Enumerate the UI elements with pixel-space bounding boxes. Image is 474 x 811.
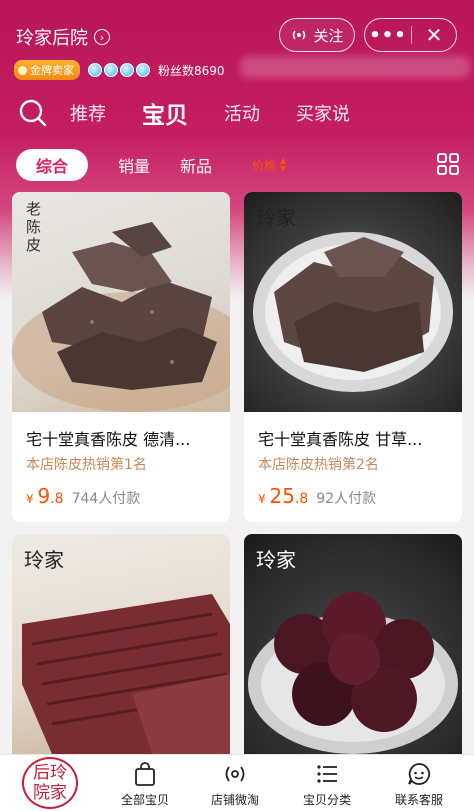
currency-symbol: ¥ xyxy=(26,492,34,506)
diamond-icon xyxy=(136,63,150,77)
currency-symbol: ¥ xyxy=(258,492,266,506)
more-icon[interactable]: ••• xyxy=(365,25,411,46)
tab-activities[interactable]: 活动 xyxy=(224,100,260,126)
nav-micro-shop[interactable]: 店铺微淘 xyxy=(190,761,280,808)
nav-all-items-label: 全部宝贝 xyxy=(120,793,169,807)
grid-view-icon[interactable] xyxy=(436,152,460,176)
nav-contact[interactable]: 联系客服 xyxy=(374,761,464,808)
brand-watermark: 玲家 xyxy=(24,548,64,572)
sort-arrows-icon: ▲ ▼ xyxy=(280,156,287,173)
brand-watermark: 玲家 xyxy=(256,548,296,572)
blurred-region xyxy=(240,56,470,78)
filter-price[interactable]: 价格 ▲ ▼ xyxy=(252,157,286,174)
fans-count: 粉丝数8690 xyxy=(158,63,225,78)
mini-program-actions: ••• ✕ xyxy=(364,18,457,52)
shopping-bag-icon xyxy=(135,762,155,786)
broadcast-icon xyxy=(293,30,306,40)
image-label: 老陈皮 xyxy=(26,200,42,254)
price-decimal: .8 xyxy=(294,491,309,507)
product-price: ¥ 9.8 xyxy=(26,484,64,508)
follow-button[interactable]: 关注 xyxy=(279,18,355,52)
follow-label: 关注 xyxy=(313,26,344,45)
product-title[interactable]: 宅十堂真香陈皮 德清... xyxy=(12,412,230,450)
main-tabs: 推荐 宝贝 活动 买家说 xyxy=(18,96,386,130)
tab-reviews[interactable]: 买家说 xyxy=(296,100,350,126)
bottom-nav: 后玲院家 全部宝贝 店铺微淘 宝贝分类 联系客服 xyxy=(0,754,474,811)
nav-micro-shop-label: 店铺微淘 xyxy=(210,793,259,807)
close-icon[interactable]: ✕ xyxy=(412,23,456,47)
shop-name[interactable]: 玲家后院 › xyxy=(16,24,110,50)
diamond-icon xyxy=(104,63,118,77)
product-image[interactable]: 老陈皮 xyxy=(12,192,230,412)
gold-seller-badge: 金牌卖家 xyxy=(14,60,80,80)
product-rank: 本店陈皮热销第2名 xyxy=(258,457,379,473)
nav-categories-label: 宝贝分类 xyxy=(302,793,351,807)
filter-new[interactable]: 新品 xyxy=(180,153,212,177)
chevron-right-icon: › xyxy=(94,29,110,45)
sort-filter-bar: 综合 销量 新品 价格 ▲ ▼ xyxy=(16,148,460,182)
price-decimal: .8 xyxy=(50,491,64,507)
shop-name-label: 玲家后院 xyxy=(16,28,88,49)
list-icon xyxy=(317,765,337,783)
sold-count: 744人付款 xyxy=(71,491,141,507)
diamond-rating xyxy=(88,63,150,77)
chat-icon xyxy=(408,763,431,785)
product-rank: 本店陈皮热销第1名 xyxy=(26,457,147,473)
gold-badge-label: 金牌卖家 xyxy=(30,64,74,77)
price-integer: 25 xyxy=(269,484,295,508)
product-card[interactable]: 玲家 xyxy=(244,534,462,754)
product-image[interactable]: 玲家 xyxy=(12,534,230,754)
product-price: ¥ 25.8 xyxy=(258,484,308,508)
product-title[interactable]: 宅十堂真香陈皮 甘草... xyxy=(244,412,462,450)
search-icon[interactable] xyxy=(18,98,48,128)
price-row: ¥ 25.8 92人付款 xyxy=(244,474,462,508)
filter-comprehensive[interactable]: 综合 xyxy=(16,149,88,181)
diamond-icon xyxy=(120,63,134,77)
nav-categories[interactable]: 宝贝分类 xyxy=(282,761,372,808)
product-card[interactable]: 老陈皮 宅十堂真香陈皮 德清... 本店陈皮热销第1名 ¥ 9.8 744人付款 xyxy=(12,192,230,522)
tab-recommend[interactable]: 推荐 xyxy=(70,100,106,126)
product-card[interactable]: 玲家 xyxy=(12,534,230,754)
gold-badge-icon xyxy=(18,65,27,75)
product-card[interactable]: 玲家 宅十堂真香陈皮 甘草... 本店陈皮热销第2名 ¥ 25.8 92人付款 xyxy=(244,192,462,522)
broadcast-icon xyxy=(225,766,245,782)
brand-watermark: 玲家 xyxy=(256,206,296,230)
tab-items[interactable]: 宝贝 xyxy=(142,96,188,130)
filter-sales[interactable]: 销量 xyxy=(118,153,150,177)
diamond-icon xyxy=(88,63,102,77)
shop-logo[interactable]: 后玲院家 xyxy=(22,757,78,809)
shop-badges: 金牌卖家 粉丝数8690 xyxy=(14,60,225,80)
sold-count: 92人付款 xyxy=(316,491,377,507)
filter-price-label: 价格 xyxy=(252,158,277,173)
price-row: ¥ 9.8 744人付款 xyxy=(12,474,230,508)
product-image[interactable]: 玲家 xyxy=(244,534,462,754)
nav-all-items[interactable]: 全部宝贝 xyxy=(100,761,190,808)
nav-contact-label: 联系客服 xyxy=(394,793,443,807)
product-image[interactable]: 玲家 xyxy=(244,192,462,412)
price-integer: 9 xyxy=(37,484,51,508)
